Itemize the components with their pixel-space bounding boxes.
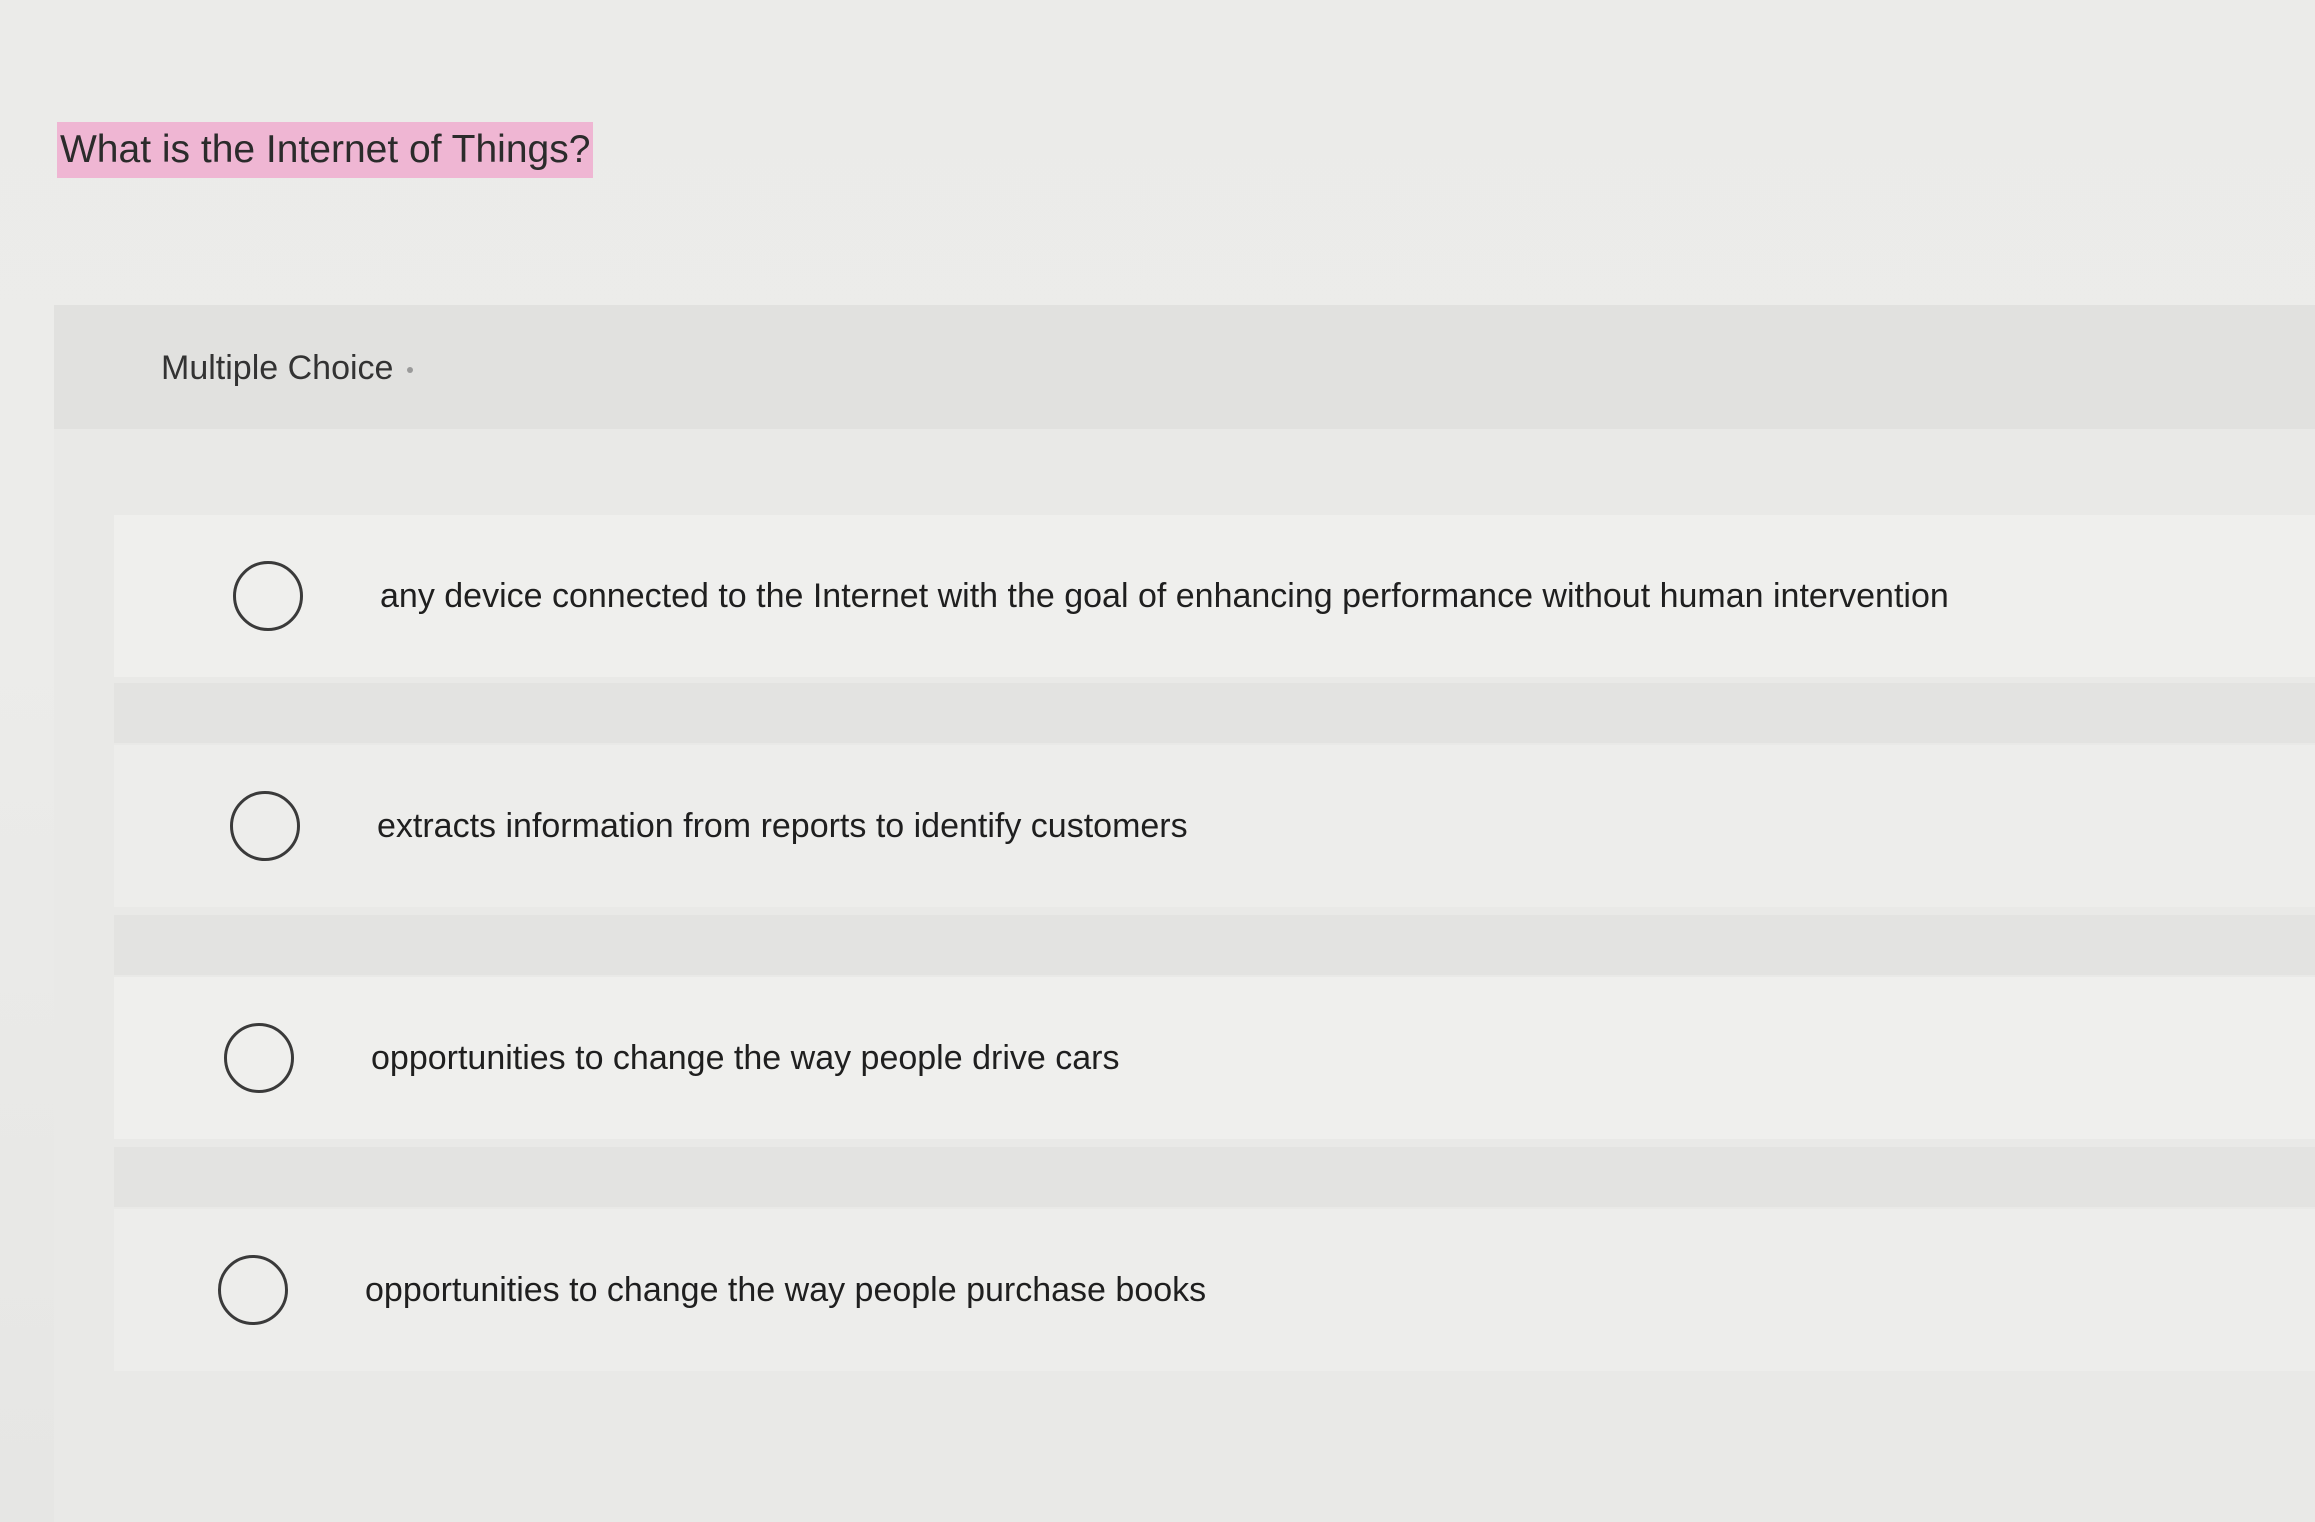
radio-button-icon[interactable]	[218, 1255, 288, 1325]
radio-button-icon[interactable]	[230, 791, 300, 861]
radio-button-icon[interactable]	[233, 561, 303, 631]
answer-option-label: any device connected to the Internet wit…	[380, 577, 1949, 615]
answer-options: any device connected to the Internet wit…	[54, 305, 2315, 1522]
question-text: What is the Internet of Things?	[57, 122, 594, 178]
answer-option-4[interactable]: opportunities to change the way people p…	[114, 1209, 2315, 1371]
radio-button-icon[interactable]	[224, 1023, 294, 1093]
answer-option-2[interactable]: extracts information from reports to ide…	[114, 745, 2315, 907]
option-divider	[114, 915, 2315, 975]
answer-option-label: opportunities to change the way people p…	[365, 1271, 1207, 1309]
answer-option-label: opportunities to change the way people d…	[371, 1039, 1120, 1077]
answer-option-3[interactable]: opportunities to change the way people d…	[114, 977, 2315, 1139]
option-divider	[114, 683, 2315, 743]
option-divider	[114, 1147, 2315, 1207]
multiple-choice-panel: Multiple Choice any device connected to …	[54, 305, 2315, 1522]
answer-option-1[interactable]: any device connected to the Internet wit…	[114, 515, 2315, 677]
answer-option-label: extracts information from reports to ide…	[377, 807, 1188, 845]
